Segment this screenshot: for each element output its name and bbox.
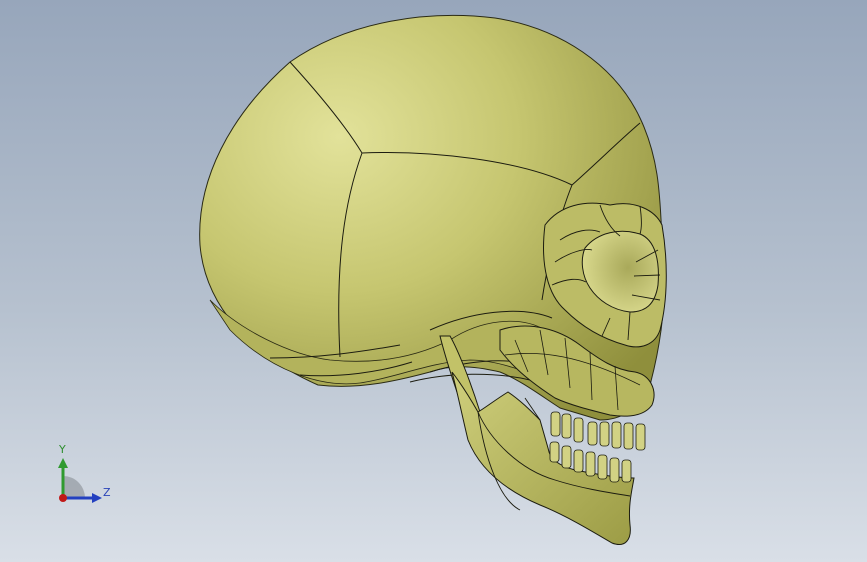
y-axis-arrow-icon [58,458,68,468]
x-axis-point-icon [59,494,67,502]
skull-model[interactable] [0,0,867,562]
z-axis-label: Z [103,486,111,499]
triad-corner-shade [63,476,85,498]
z-axis-arrow-icon [92,493,102,503]
y-axis-label: Y [59,443,66,456]
graphics-viewport[interactable]: Y Z [0,0,867,562]
